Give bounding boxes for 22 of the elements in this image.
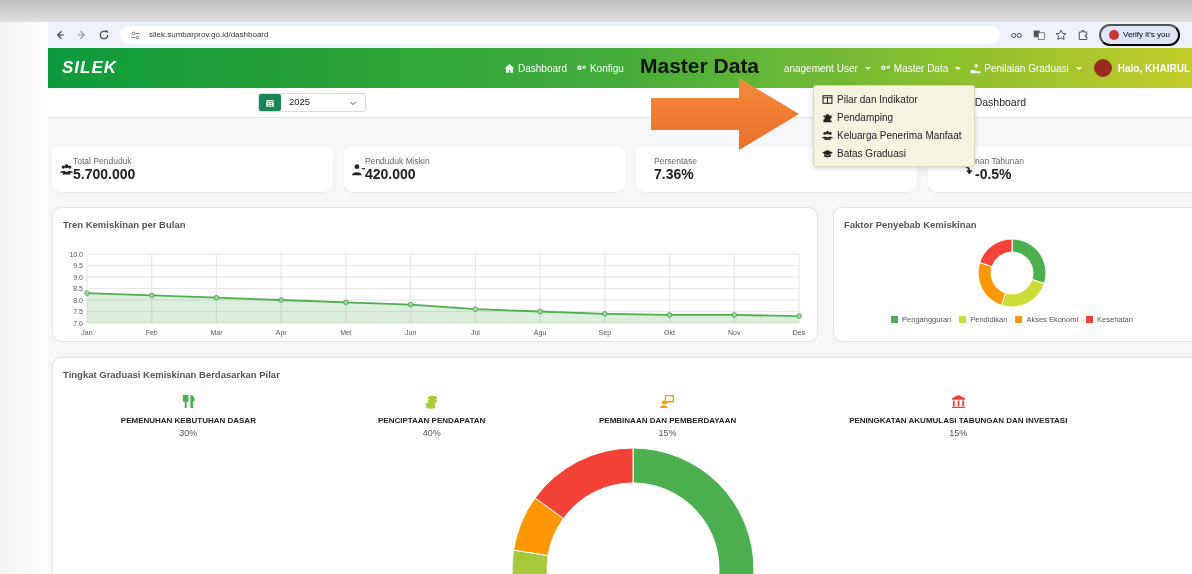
card-title: Tren Kemiskinan per Bulan (63, 218, 187, 232)
pillar-name: PEMENUHAN KEBUTUHAN DASAR (120, 415, 256, 428)
stat-label: nan Tahunan (975, 154, 1024, 168)
breadcrumb: Dashboard (974, 94, 1026, 110)
url-text: silek.sumbarprov.go.id/dashboard (149, 29, 269, 41)
annotation-label: Master Data (640, 55, 760, 76)
pillar-name: PEMBINAAN DAN PEMBERDAYAAN (599, 415, 737, 428)
stat-label: Total Penduduk (73, 154, 133, 168)
pillar-percent: 15% (949, 427, 968, 441)
pillar-name: PENCIPTAAN PENDAPATAN (378, 415, 486, 428)
stat-value: 420.000 (365, 167, 417, 182)
pillar-percent: 40% (422, 427, 441, 441)
stat-value: -0.5% (975, 167, 1013, 182)
stat-value: 5.700.000 (73, 167, 136, 182)
card-title: Faktor Penyebab Kemiskinan (844, 218, 978, 232)
stat-label: Persentase (654, 154, 697, 168)
pillar-name: PENINGKATAN AKUMULASI TABUNGAN DAN INVESTASI (849, 415, 1068, 428)
stat-label: Penduduk Miskin (365, 154, 430, 168)
pillar-percent: 15% (658, 427, 677, 441)
pillar-percent: 30% (179, 427, 198, 441)
stat-value: 7.36% (654, 167, 695, 182)
card-title: Tingkat Graduasi Kemiskinan Berdasarkan Pilar (63, 368, 281, 382)
